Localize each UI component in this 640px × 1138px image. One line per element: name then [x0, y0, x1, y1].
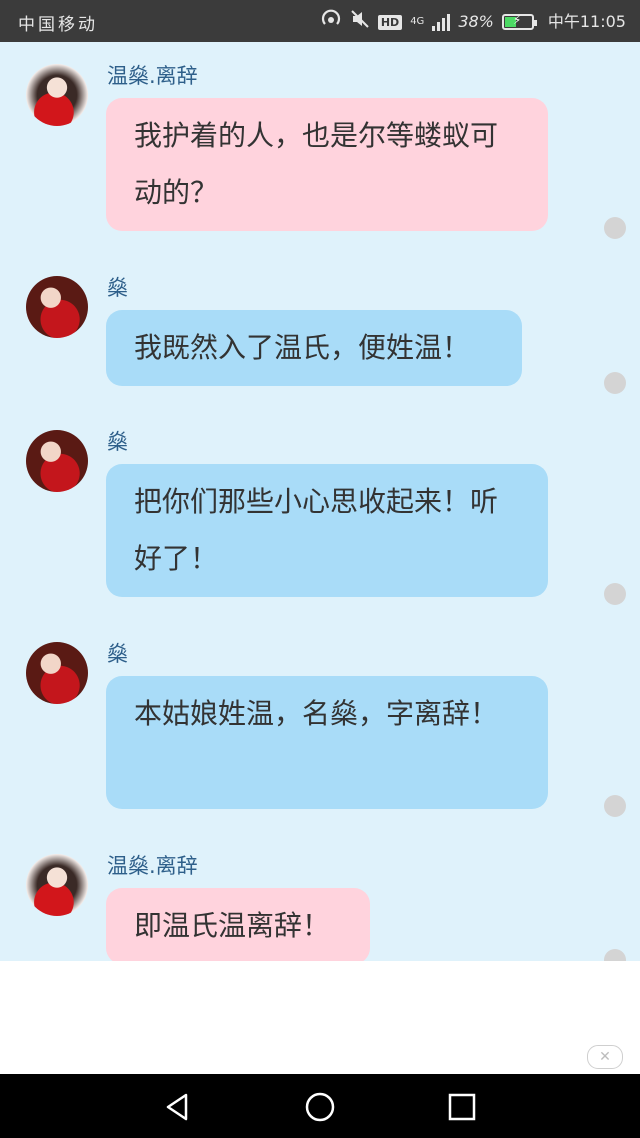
- chat-area[interactable]: 温燊.离辞 我护着的人，也是尔等蝼蚁可动的？ 燊 我既然入了温氏，便姓温！ 燊 …: [0, 42, 640, 961]
- network-type: 4G: [410, 16, 425, 27]
- avatar[interactable]: [26, 64, 88, 126]
- mute-icon: [350, 9, 370, 35]
- status-dot: [604, 217, 626, 239]
- avatar[interactable]: [26, 430, 88, 492]
- message-bubble[interactable]: 把你们那些小心思收起来！听好了！: [106, 464, 548, 597]
- hotspot-icon: [320, 9, 342, 35]
- status-dot: [604, 583, 626, 605]
- recents-icon[interactable]: [446, 1091, 478, 1123]
- carrier-name: 中国移动: [18, 15, 98, 35]
- clock: 中午11:05: [547, 12, 626, 31]
- ad-banner: ✕: [0, 961, 640, 1074]
- status-icons: HD 4G 38% ⚡ 中午11:05: [320, 9, 626, 35]
- sender-name: 温燊.离辞: [107, 64, 198, 88]
- status-dot: [604, 795, 626, 817]
- sender-name: 燊: [107, 430, 128, 454]
- sender-name: 燊: [107, 276, 128, 300]
- battery-icon: ⚡: [501, 13, 537, 30]
- home-icon[interactable]: [304, 1091, 336, 1123]
- close-icon[interactable]: ✕: [587, 1045, 623, 1069]
- signal-icon: [432, 13, 451, 31]
- sender-name: 燊: [107, 642, 128, 666]
- status-dot: [604, 949, 626, 961]
- navigation-bar: [0, 1074, 640, 1138]
- sender-name: 温燊.离辞: [107, 854, 198, 878]
- avatar[interactable]: [26, 276, 88, 338]
- status-bar: 中国移动 HD 4G 38% ⚡ 中午11:05: [0, 0, 640, 42]
- message-bubble[interactable]: 我既然入了温氏，便姓温！: [106, 310, 522, 386]
- battery-percent: 38%: [458, 12, 494, 31]
- back-icon[interactable]: [162, 1091, 194, 1123]
- avatar[interactable]: [26, 854, 88, 916]
- message-bubble[interactable]: 本姑娘姓温，名燊，字离辞！: [106, 676, 548, 809]
- avatar[interactable]: [26, 642, 88, 704]
- charging-icon: ⚡: [512, 13, 522, 27]
- hd-badge: HD: [377, 14, 403, 30]
- message-bubble[interactable]: 即温氏温离辞！: [106, 888, 370, 961]
- message-bubble[interactable]: 我护着的人，也是尔等蝼蚁可动的？: [106, 98, 548, 231]
- status-dot: [604, 372, 626, 394]
